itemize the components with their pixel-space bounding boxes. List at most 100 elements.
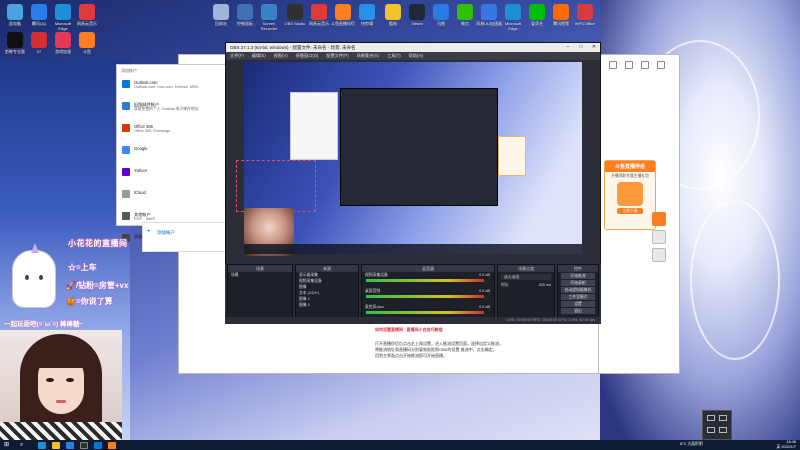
source-item[interactable]: 图像 3 [296,302,358,308]
obs-taskbar-icon[interactable] [80,441,88,449]
mail-add-account-dialog[interactable]: 添加帐户 Outlook.com Outlook.com, Live.com, H… [116,64,226,242]
obs-control-button[interactable]: 工作室模式 [561,294,595,300]
obs-menu-item[interactable]: 视图(V) [274,53,288,59]
controls-dock[interactable]: 控件 开始推流 开始录制 启动虚拟摄像机 工作室模式 设置 退出 [557,264,599,324]
add-account-link[interactable]: 添加帐户 [157,230,175,236]
maximize-icon[interactable]: □ [575,43,587,52]
clock[interactable]: 英 18:46 2022/1/7 [776,440,796,450]
desktop-icon[interactable]: 斗鱼直播伴侣 [330,4,356,31]
window-tool-icon[interactable] [657,61,665,69]
desktop-icon[interactable]: Screen Recorder [256,4,282,31]
plus-icon[interactable]: + [147,229,151,235]
desktop-icon[interactable]: OBS Studio [282,4,308,31]
obs-control-button[interactable]: 开始推流 [561,273,595,279]
window-tool-icon[interactable] [609,61,617,69]
desktop-icon[interactable]: 酷狗 [380,4,406,31]
obs-titlebar[interactable]: OBS 27.1.3 (64-bit, windows) - 配置文件: 未命名… [226,43,600,52]
mail-add-account-panel[interactable]: + 添加帐户 [142,222,226,252]
tray-popup-icon[interactable] [719,427,727,433]
tray-popup[interactable] [702,410,732,440]
obs-control-button[interactable]: 设置 [561,301,595,307]
desktop-icon[interactable]: 迅雷 [428,4,454,31]
mixer-track[interactable]: 视频采集设备 0.0 dB [362,272,494,288]
tray-popup-icon[interactable] [719,415,727,421]
preview-selection-box[interactable] [236,160,316,212]
preview-promo-card [498,136,526,176]
window-tool-icon[interactable] [641,61,649,69]
desktop-icon[interactable]: 网易云音乐 [74,4,100,31]
mail-provider-option[interactable]: iCloud [117,187,225,209]
edge-taskbar-icon[interactable] [38,441,46,449]
desktop-icon[interactable]: 腾讯QQ [26,4,52,31]
obs-control-button[interactable]: 启动虚拟摄像机 [561,287,595,293]
desktop-icon[interactable]: WPS Office [572,4,598,31]
obs-menu-item[interactable]: 场景集合(S) [357,53,379,59]
start-icon[interactable]: ⊞ [4,442,16,449]
explorer-taskbar-icon[interactable] [52,441,60,449]
close-icon[interactable]: ✕ [588,43,600,52]
desktop-icon[interactable]: 微信 [452,4,478,31]
audio-mixer-dock[interactable]: 混音器 视频采集设备 0.0 dB 桌面音频 0.0 dB 麦克风/Aux 0.0 dB [361,264,495,324]
mail-provider-option[interactable]: Outlook.com Outlook.com, Live.com, Hotmai… [117,77,225,99]
desktop-icon[interactable]: Steam [404,4,430,31]
mail-provider-option[interactable]: Google [117,143,225,165]
tray-popup-icon[interactable] [707,427,715,433]
obs-menu-item[interactable]: 配置文件(P) [326,53,348,59]
duration-label: 时长 [501,283,509,287]
lang-indicator[interactable]: 英 [776,445,780,449]
douyu-taskbar-icon[interactable] [108,441,116,449]
desktop-icon[interactable]: Microsoft Edge [50,4,76,31]
obs-menu-item[interactable]: 停靠窗口(D) [296,53,319,59]
app-icon [553,4,569,20]
search-icon[interactable]: ⌕ [20,442,32,449]
weather-text[interactable]: 8°C 大面积阴 [680,442,703,447]
mixer-track[interactable]: 桌面音频 0.0 dB [362,288,494,304]
qq-taskbar-icon[interactable] [66,441,74,449]
desktop-icon[interactable]: 腾讯视频 [548,4,574,31]
obs-control-button[interactable]: 开始录制 [561,280,595,286]
mail-provider-option[interactable]: Yahoo! [117,165,225,187]
minimize-icon[interactable]: – [562,43,574,52]
side-dock-icon[interactable] [652,248,666,262]
obs-control-button[interactable]: 退出 [561,308,595,314]
desktop-icon[interactable]: Microsoft Edge [500,4,526,31]
scenes-dock[interactable]: 场景 场景 [227,264,293,324]
desktop-icon[interactable]: 97 [26,32,52,59]
desktop-icon[interactable]: 快剪辑 [354,4,380,31]
transitions-dock[interactable]: 场景过渡 淡入淡出 时长 300 ms [497,264,555,324]
desktop-icon[interactable]: 网易云音乐 [306,4,332,31]
obs-menu-item[interactable]: 编辑(E) [252,53,266,59]
desktop-icon-label: OBS Studio [284,21,306,26]
promo-download-button[interactable]: 立即下载 [617,208,643,214]
side-dock-icon[interactable] [652,230,666,244]
mail-taskbar-icon[interactable] [94,441,102,449]
webcam-mouth [56,400,66,403]
desktop-icon[interactable]: 斗鱼 [74,32,100,59]
transition-type[interactable]: 淡入淡出 [501,274,551,280]
desktop-icon[interactable]: 网易UU加速器 [476,4,502,31]
audio-level-meter[interactable] [366,311,484,314]
audio-level-meter[interactable] [366,295,484,298]
window-tool-icon[interactable] [625,61,633,69]
mail-provider-option[interactable]: 旧版邮件帐户 获取免费的个人 Outlook 电子邮件地址 [117,99,225,121]
mail-provider-option[interactable]: Office 365 Office 365, Exchange [117,121,225,143]
unicorn-horn-icon [31,243,39,253]
side-dock-icon[interactable] [652,212,666,226]
obs-menu-item[interactable]: 工具(T) [387,53,401,59]
audio-level-meter[interactable] [366,279,484,282]
obs-menu-item[interactable]: 文件(F) [230,53,244,59]
duration-value[interactable]: 300 ms [539,283,551,287]
sources-dock[interactable]: 来源 显示器采集 视频采集设备 图像 文本 (GDI+) 图像 2 图像 3 [295,264,359,324]
desktop-icon[interactable]: 控制面板 [232,4,258,31]
scene-item[interactable]: 场景 [228,272,292,278]
obs-menu-item[interactable]: 帮助(H) [409,53,423,59]
provider-description: 获取免费的个人 Outlook 电子邮件地址 [134,107,199,111]
desktop-icon[interactable]: 游戏加速 [50,32,76,59]
desktop-icon[interactable]: 此电脑 [2,4,28,31]
desktop-icon[interactable]: 剪映专业版 [2,32,28,59]
desktop-icon[interactable]: 爱奇艺 [524,4,550,31]
wallpaper-decoration [690,200,780,360]
tray-popup-icon[interactable] [707,415,715,421]
desktop-icon[interactable]: 回收站 [208,4,234,31]
promo-card[interactable]: 斗鱼直播伴侣 开播领取专属主播礼包 立即下载 [604,160,656,230]
